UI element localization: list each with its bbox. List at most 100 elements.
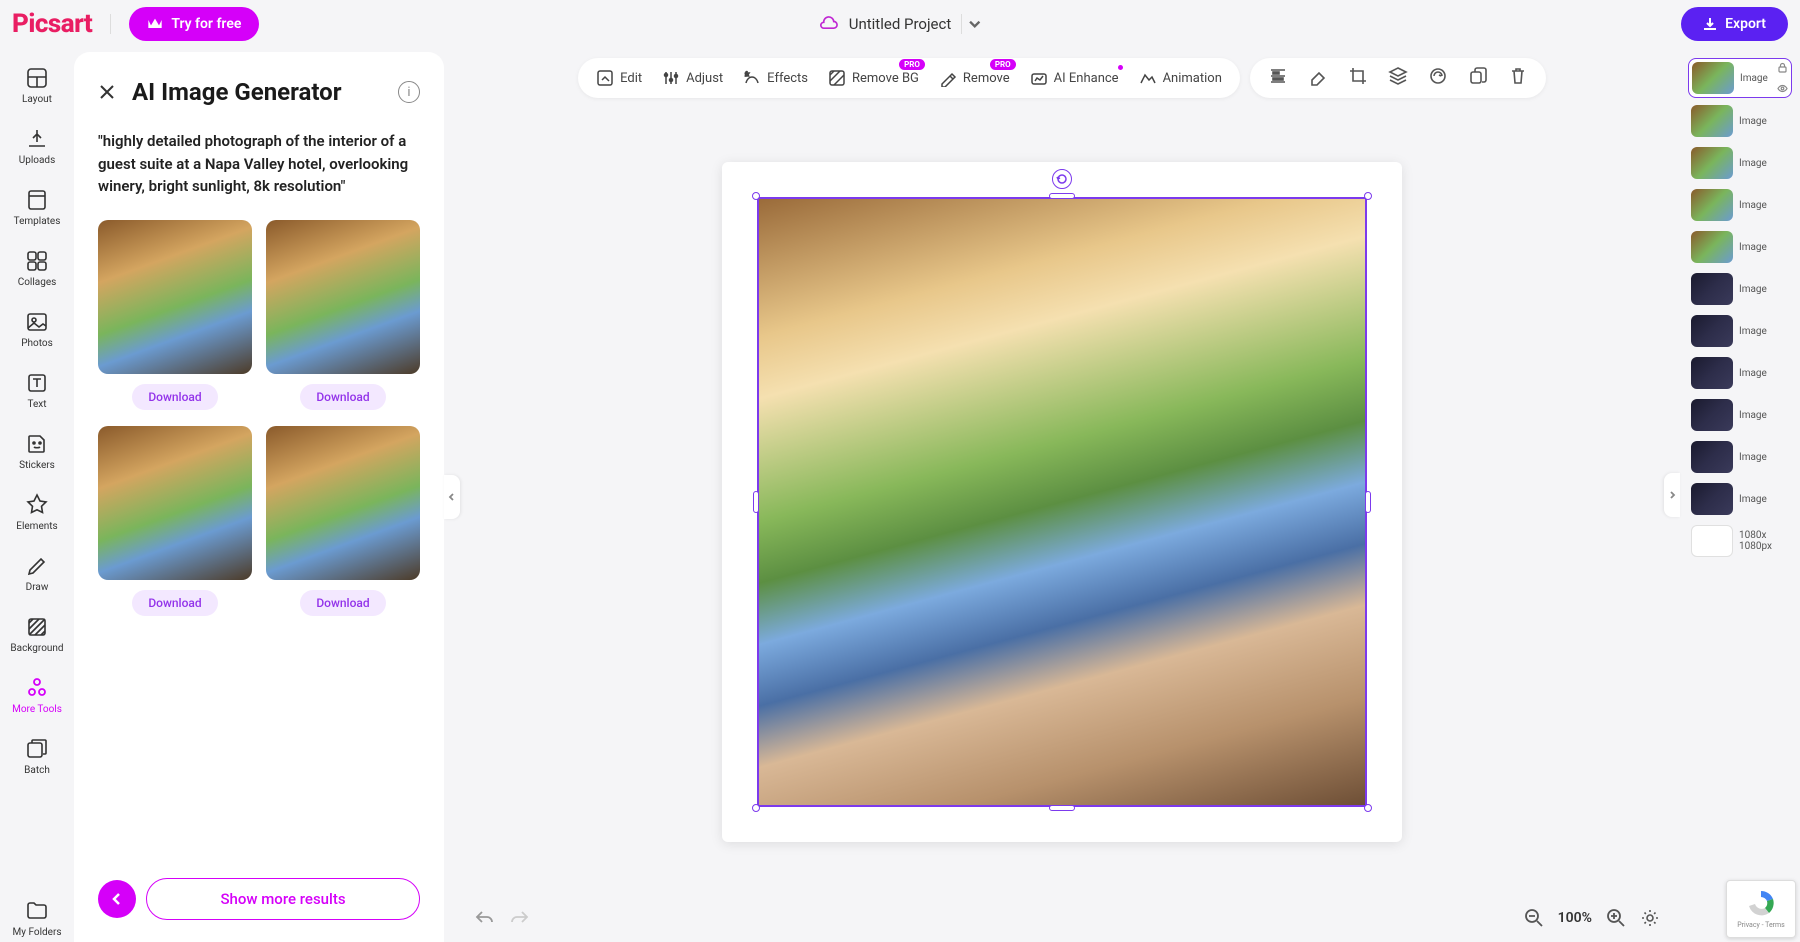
info-icon[interactable]: i [398, 81, 420, 103]
canvas-area: Edit Adjust fxEffects Remove BGPRO Remov… [444, 48, 1680, 942]
resize-handle-r[interactable] [1365, 491, 1371, 513]
download-button-1[interactable]: Download [132, 384, 217, 410]
artboard[interactable] [722, 162, 1402, 842]
layer-thumb [1691, 231, 1733, 263]
generated-image-2[interactable] [266, 220, 420, 374]
nav-collages[interactable]: Collages [16, 245, 59, 292]
generated-image-4[interactable] [266, 426, 420, 580]
back-button[interactable] [98, 880, 136, 918]
resize-handle-br[interactable] [1364, 804, 1372, 812]
crop-icon[interactable] [1348, 66, 1368, 90]
flip-icon[interactable] [1428, 66, 1448, 90]
tool-remove-bg-label: Remove BG [852, 71, 919, 86]
resize-handle-l[interactable] [753, 491, 759, 513]
download-button-4[interactable]: Download [300, 590, 385, 616]
nav-layout[interactable]: Layout [20, 62, 54, 109]
show-more-results-button[interactable]: Show more results [146, 878, 420, 920]
nav-text[interactable]: Text [23, 367, 51, 414]
layer-item-7[interactable]: Image [1688, 312, 1792, 350]
resize-handle-bl[interactable] [752, 804, 760, 812]
layer-item-5[interactable]: Image [1688, 228, 1792, 266]
canvas-image[interactable] [757, 197, 1367, 807]
tool-effects[interactable]: fxEffects [743, 69, 808, 87]
try-for-free-label: Try for free [171, 16, 241, 32]
project-dropdown[interactable]: Untitled Project [819, 15, 982, 33]
object-toolbar [1250, 58, 1546, 98]
nav-background[interactable]: Background [8, 611, 65, 658]
nav-more-tools-label: More Tools [12, 704, 62, 715]
canvas-stage[interactable] [444, 110, 1680, 894]
nav-elements[interactable]: Elements [14, 489, 59, 536]
layer-item-6[interactable]: Image [1688, 270, 1792, 308]
generated-image-1[interactable] [98, 220, 252, 374]
download-icon [1703, 17, 1717, 31]
tool-edit[interactable]: Edit [596, 69, 642, 87]
layer-item-11[interactable]: Image [1688, 480, 1792, 518]
rotate-handle[interactable] [1052, 169, 1072, 189]
layer-item-9[interactable]: Image [1688, 396, 1792, 434]
nav-my-folders[interactable]: My Folders [11, 895, 64, 942]
nav-batch-label: Batch [24, 765, 50, 776]
cloud-icon [819, 16, 839, 32]
tool-ai-enhance[interactable]: AI Enhance [1030, 69, 1119, 87]
layer-label: Image [1739, 410, 1767, 421]
nav-elements-label: Elements [16, 521, 57, 532]
duplicate-icon[interactable] [1468, 66, 1488, 90]
settings-icon[interactable] [1640, 908, 1660, 928]
resize-handle-t[interactable] [1049, 193, 1075, 199]
selected-image[interactable] [757, 197, 1367, 807]
expand-layers-tab[interactable] [1664, 473, 1680, 517]
nav-templates-label: Templates [14, 216, 61, 227]
try-for-free-button[interactable]: Try for free [129, 7, 259, 41]
resize-handle-tr[interactable] [1364, 192, 1372, 200]
layer-label: Image [1739, 284, 1767, 295]
recaptcha-badge: Privacy - Terms [1726, 880, 1796, 938]
visibility-icon[interactable] [1777, 83, 1788, 94]
tool-animation[interactable]: Animation [1139, 69, 1222, 87]
export-button[interactable]: Export [1681, 7, 1788, 41]
picsart-logo[interactable]: Picsart [12, 9, 92, 39]
layer-label: Image [1739, 200, 1767, 211]
resize-handle-b[interactable] [1049, 805, 1075, 811]
nav-draw[interactable]: Draw [23, 550, 51, 597]
layer-thumb [1691, 315, 1733, 347]
layers-panel: Image Image Image Image Image Image Imag… [1680, 48, 1800, 942]
generated-image-3[interactable] [98, 426, 252, 580]
layer-item-4[interactable]: Image [1688, 186, 1792, 224]
layer-label: Image [1740, 73, 1768, 84]
left-nav: Layout Uploads Templates Collages Photos… [0, 48, 74, 942]
recaptcha-icon [1746, 889, 1776, 919]
tool-adjust[interactable]: Adjust [662, 69, 723, 87]
layer-item-3[interactable]: Image [1688, 144, 1792, 182]
download-button-3[interactable]: Download [132, 590, 217, 616]
redo-icon[interactable] [510, 908, 530, 928]
zoom-in-icon[interactable] [1606, 908, 1626, 928]
layer-item-canvas[interactable]: 1080x 1080px [1688, 522, 1792, 560]
lock-icon[interactable] [1777, 62, 1788, 73]
crown-icon [147, 17, 163, 31]
layer-item-2[interactable]: Image [1688, 102, 1792, 140]
layer-item-8[interactable]: Image [1688, 354, 1792, 392]
nav-templates[interactable]: Templates [12, 184, 63, 231]
zoom-out-icon[interactable] [1524, 908, 1544, 928]
nav-collages-label: Collages [18, 277, 57, 288]
eraser-icon[interactable] [1308, 66, 1328, 90]
nav-uploads[interactable]: Uploads [17, 123, 57, 170]
close-icon[interactable] [98, 83, 116, 101]
nav-batch[interactable]: Batch [22, 733, 52, 780]
layer-item-10[interactable]: Image [1688, 438, 1792, 476]
layer-item-1[interactable]: Image [1688, 58, 1792, 98]
undo-icon[interactable] [474, 908, 494, 928]
prompt-text: "highly detailed photograph of the inter… [98, 130, 420, 198]
tool-remove[interactable]: RemovePRO [939, 69, 1010, 87]
delete-icon[interactable] [1508, 66, 1528, 90]
tool-adjust-label: Adjust [686, 71, 723, 86]
tool-remove-bg[interactable]: Remove BGPRO [828, 69, 919, 87]
download-button-2[interactable]: Download [300, 384, 385, 410]
nav-stickers[interactable]: Stickers [17, 428, 57, 475]
resize-handle-tl[interactable] [752, 192, 760, 200]
layers-icon[interactable] [1388, 66, 1408, 90]
align-icon[interactable] [1268, 66, 1288, 90]
nav-photos[interactable]: Photos [19, 306, 55, 353]
nav-more-tools[interactable]: More Tools [10, 672, 64, 719]
